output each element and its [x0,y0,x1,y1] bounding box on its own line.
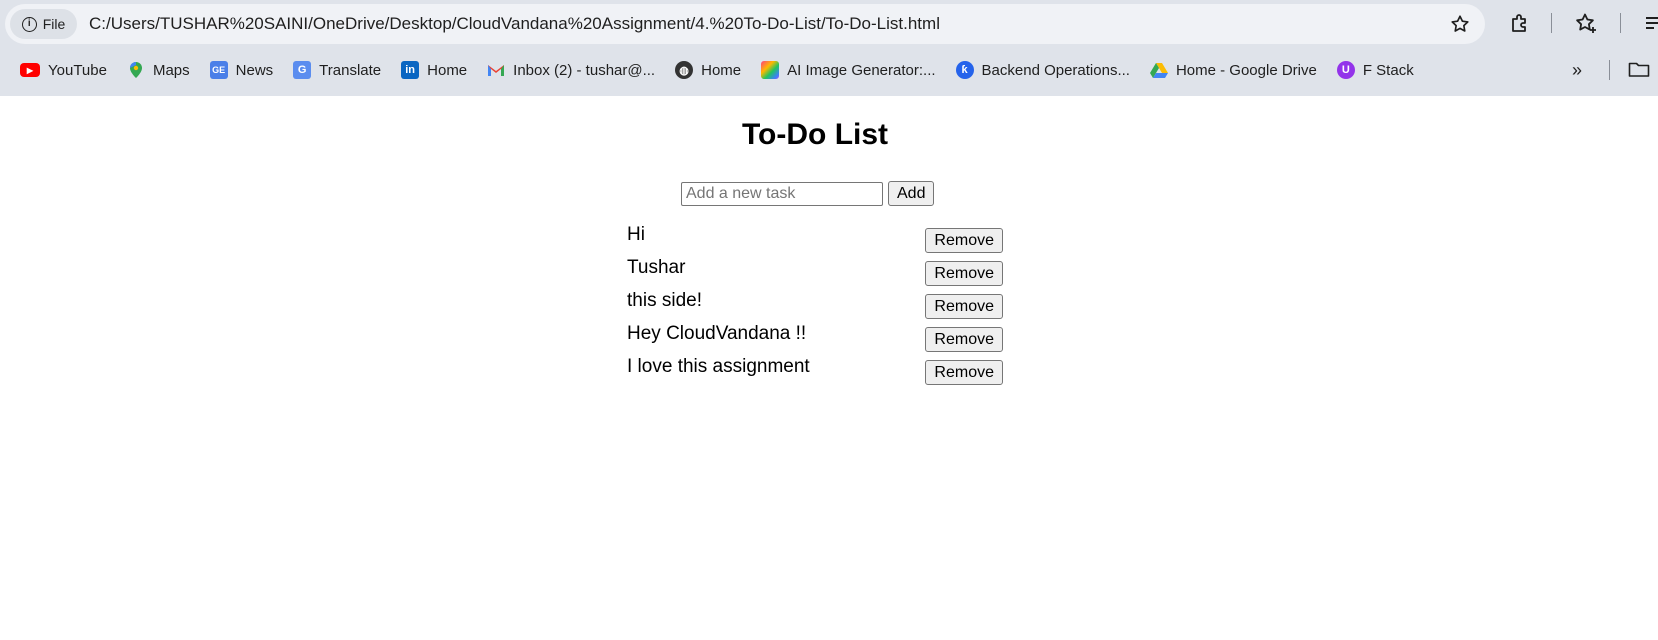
globe-icon: ◍ [675,61,694,79]
page-title: To-Do List [741,118,889,151]
translate-icon: G [293,61,312,79]
fstack-icon: U [1336,61,1355,79]
task-item: Hey CloudVandana !! Remove [627,323,1003,356]
menu-icon[interactable] [1644,11,1658,35]
maps-icon [129,62,142,78]
bookmark-news[interactable]: GE News [200,55,284,85]
news-icon: GE [209,61,228,79]
remove-button[interactable]: Remove [925,228,1003,253]
bookmark-google-drive[interactable]: Home - Google Drive [1140,55,1327,85]
task-text: I love this assignment [627,356,810,377]
remove-button[interactable]: Remove [925,360,1003,385]
bookmarks-separator [1609,60,1610,80]
task-list: Hi Remove Tushar Remove this side! Remov… [627,224,1003,389]
bookmark-star-icon[interactable] [1449,13,1471,35]
protocol-label: File [42,16,66,32]
toolbar-separator [1551,13,1552,33]
task-text: Hi [627,224,645,245]
drive-icon [1149,63,1168,78]
url-text[interactable]: C:/Users/TUSHAR%20SAINI/OneDrive/Desktop… [89,4,940,44]
youtube-icon: ▶ [20,63,40,77]
task-item: Hi Remove [627,224,1003,257]
task-text: Tushar [627,257,686,278]
more-bookmarks-icon[interactable]: » [1572,60,1582,81]
toolbar-separator [1620,13,1621,33]
bookmark-backend-operations[interactable]: ƙ Backend Operations... [946,55,1140,85]
task-text: this side! [627,290,702,311]
site-info-chip[interactable]: i File [10,9,77,39]
address-bar[interactable]: i File C:/Users/TUSHAR%20SAINI/OneDrive/… [5,4,1485,44]
bookmark-linkedin-home[interactable]: in Home [391,55,477,85]
extensions-icon[interactable] [1508,11,1532,35]
linkedin-icon: in [401,61,420,79]
bookmark-f-stack[interactable]: U F Stack [1327,55,1424,85]
task-text: Hey CloudVandana !! [627,323,807,344]
add-button[interactable]: Add [888,181,935,206]
folder-icon[interactable] [1628,60,1650,78]
page-content: To-Do List Add Hi Remove Tushar Remove t… [0,96,1658,640]
bookmark-maps[interactable]: Maps [117,55,200,85]
remove-button[interactable]: Remove [925,294,1003,319]
add-task-form: Add [681,181,935,206]
remove-button[interactable]: Remove [925,327,1003,352]
browser-chrome: i File C:/Users/TUSHAR%20SAINI/OneDrive/… [0,0,1658,96]
bookmark-translate[interactable]: G Translate [283,55,391,85]
bookmark-youtube[interactable]: ▶ YouTube [10,55,117,85]
bookmark-ai-image[interactable]: AI Image Generator:... [751,55,945,85]
gmail-icon [488,65,505,76]
bookmarks-manager-icon[interactable] [1574,11,1598,35]
backend-icon: ƙ [955,61,974,79]
bookmark-gmail[interactable]: Inbox (2) - tushar@... [477,55,665,85]
task-input[interactable] [681,181,883,206]
ai-image-icon [761,61,780,79]
task-item: I love this assignment Remove [627,356,1003,389]
info-icon: i [21,16,37,32]
task-item: Tushar Remove [627,257,1003,290]
bookmarks-bar: ▶ YouTube Maps GE News G Translate in Ho… [10,50,1424,90]
task-item: this side! Remove [627,290,1003,323]
bookmark-home-globe[interactable]: ◍ Home [665,55,751,85]
remove-button[interactable]: Remove [925,261,1003,286]
